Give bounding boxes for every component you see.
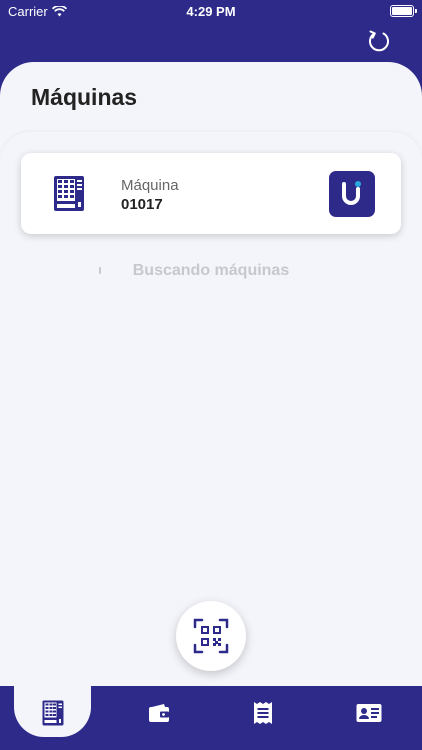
machine-card[interactable]: Máquina 01017 (21, 153, 401, 234)
vending-machine-icon (54, 176, 84, 211)
tab-profile[interactable] (354, 698, 384, 728)
search-status: Buscando máquinas (132, 262, 290, 279)
brand-logo (329, 171, 375, 217)
machine-number: 01017 (121, 196, 163, 213)
tab-machines[interactable] (38, 698, 68, 728)
tab-wallet[interactable] (144, 698, 174, 728)
qr-scan-button[interactable] (176, 601, 246, 671)
receipt-icon (254, 702, 272, 724)
id-card-icon (356, 704, 382, 722)
battery-icon (390, 5, 417, 17)
machine-label: Máquina (121, 177, 179, 194)
refresh-button[interactable] (366, 28, 392, 54)
wallet-icon (149, 704, 169, 722)
refresh-icon (369, 30, 389, 52)
vending-machine-icon (42, 700, 64, 726)
tab-bar (0, 683, 422, 750)
status-time: 4:29 PM (186, 4, 236, 19)
tab-receipts[interactable] (248, 698, 278, 728)
qr-code-icon (193, 618, 229, 654)
brand-logo-icon (342, 181, 361, 205)
status-bar: Carrier 4:29 PM (0, 0, 422, 24)
page-title: Máquinas (31, 84, 138, 110)
